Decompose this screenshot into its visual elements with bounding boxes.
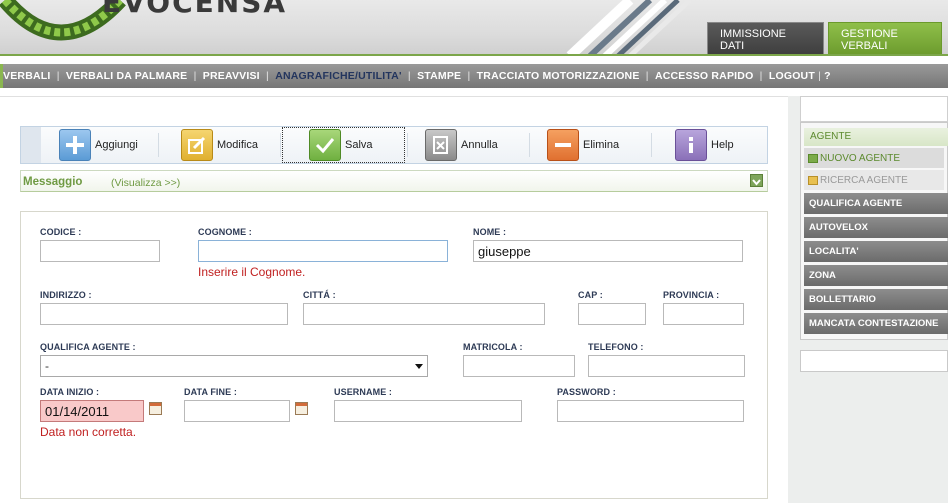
edit-icon <box>181 129 213 161</box>
nome-field[interactable]: giuseppe <box>473 240 743 262</box>
data-inizio-error: Data non corretta. <box>40 425 137 439</box>
indirizzo-field[interactable] <box>40 303 288 325</box>
message-title: Messaggio <box>23 176 83 188</box>
nav-accesso-rapido[interactable]: ACCESSO RAPIDO <box>655 70 753 82</box>
username-field[interactable] <box>334 400 522 422</box>
main-nav: VERBALI | VERBALI DA PALMARE | PREAVVISI… <box>0 64 948 88</box>
cancel-icon <box>425 129 457 161</box>
header-decoration <box>566 0 692 56</box>
sidebar-item-nuovo-agente[interactable]: NUOVO AGENTE <box>804 148 944 168</box>
provincia-field[interactable] <box>663 303 744 325</box>
header-divider <box>0 54 948 56</box>
calendar-icon[interactable] <box>149 402 162 415</box>
logo-text: EVOCENSA <box>102 0 288 19</box>
sidebar-item-mancata-contestazione[interactable]: MANCATA CONTESTAZIONE <box>804 313 948 334</box>
nav-verbali[interactable]: VERBALI <box>3 70 51 82</box>
matricola-label: MATRICOLA : <box>463 342 523 352</box>
matricola-field[interactable] <box>463 355 575 377</box>
qualifica-select[interactable]: - <box>40 355 428 377</box>
add-button[interactable]: Aggiungi <box>59 129 138 161</box>
citta-label: CITTÁ : <box>303 290 336 300</box>
citta-field[interactable] <box>303 303 545 325</box>
save-button[interactable]: Salva <box>282 127 405 163</box>
sidebar-item-bollettario[interactable]: BOLLETTARIO <box>804 289 948 310</box>
qualifica-label: QUALIFICA AGENTE : <box>40 342 136 352</box>
provincia-label: PROVINCIA : <box>663 290 720 300</box>
folder-icon <box>808 153 818 163</box>
data-inizio-field[interactable]: 01/14/2011 <box>40 400 144 422</box>
indirizzo-label: INDIRIZZO : <box>40 290 92 300</box>
cap-label: CAP : <box>578 290 603 300</box>
edit-button[interactable]: Modifica <box>181 129 258 161</box>
sidebar-footer-box <box>800 350 948 372</box>
plus-icon <box>59 129 91 161</box>
cap-field[interactable] <box>578 303 646 325</box>
sidebar-item-zona[interactable]: ZONA <box>804 265 948 286</box>
nav-logout[interactable]: LOGOUT <box>769 70 815 82</box>
nav-verbali-da-palmare[interactable]: VERBALI DA PALMARE <box>66 70 187 82</box>
sidebar-item-localita[interactable]: LOCALITA' <box>804 241 948 262</box>
data-fine-field[interactable] <box>184 400 290 422</box>
info-icon <box>675 129 707 161</box>
message-show-link[interactable]: (Visualizza >>) <box>111 177 180 189</box>
sidebar-header: AGENTE <box>804 128 948 146</box>
password-field[interactable] <box>557 400 744 422</box>
password-label: PASSWORD : <box>557 387 616 397</box>
help-button[interactable]: Help <box>675 129 734 161</box>
chevron-down-icon[interactable] <box>750 174 763 187</box>
check-icon <box>309 129 341 161</box>
tab-immissione-dati[interactable]: IMMISSIONE DATI <box>707 22 824 56</box>
cognome-error: Inserire il Cognome. <box>198 265 306 279</box>
codice-field[interactable] <box>40 240 160 262</box>
app-header: EVOCENSA IMMISSIONE DATI GESTIONE VERBAL… <box>0 0 948 56</box>
nav-help[interactable]: ? <box>824 70 831 82</box>
data-inizio-label: DATA INIZIO : <box>40 387 100 397</box>
action-toolbar: Aggiungi Modifica Salva Annulla Elimina … <box>20 126 768 164</box>
nome-label: NOME : <box>473 227 507 237</box>
minus-icon <box>547 129 579 161</box>
telefono-field[interactable] <box>588 355 745 377</box>
nav-stampe[interactable]: STAMPE <box>417 70 461 82</box>
data-fine-label: DATA FINE : <box>184 387 237 397</box>
telefono-label: TELEFONO : <box>588 342 644 352</box>
nav-preavvisi[interactable]: PREAVVISI <box>203 70 260 82</box>
cancel-button[interactable]: Annulla <box>425 129 498 161</box>
chevron-down-icon <box>415 364 423 369</box>
folder-icon <box>808 175 818 185</box>
cognome-field[interactable] <box>198 240 448 262</box>
nav-tracciato-motorizzazione[interactable]: TRACCIATO MOTORIZZAZIONE <box>477 70 640 82</box>
username-label: USERNAME : <box>334 387 393 397</box>
message-bar: Messaggio (Visualizza >>) <box>20 170 768 192</box>
tab-gestione-verbali[interactable]: GESTIONE VERBALI <box>828 22 942 56</box>
cognome-label: COGNOME : <box>198 227 252 237</box>
codice-label: CODICE : <box>40 227 82 237</box>
calendar-icon[interactable] <box>295 402 308 415</box>
sidebar-item-autovelox[interactable]: AUTOVELOX <box>804 217 948 238</box>
delete-button[interactable]: Elimina <box>547 129 619 161</box>
sidebar-item-qualifica-agente[interactable]: QUALIFICA AGENTE <box>804 193 948 214</box>
sidebar-top-box <box>800 96 948 122</box>
sidebar-item-ricerca-agente[interactable]: RICERCA AGENTE <box>804 170 944 190</box>
nav-anagrafiche-utilita[interactable]: ANAGRAFICHE/UTILITA' <box>275 70 401 82</box>
